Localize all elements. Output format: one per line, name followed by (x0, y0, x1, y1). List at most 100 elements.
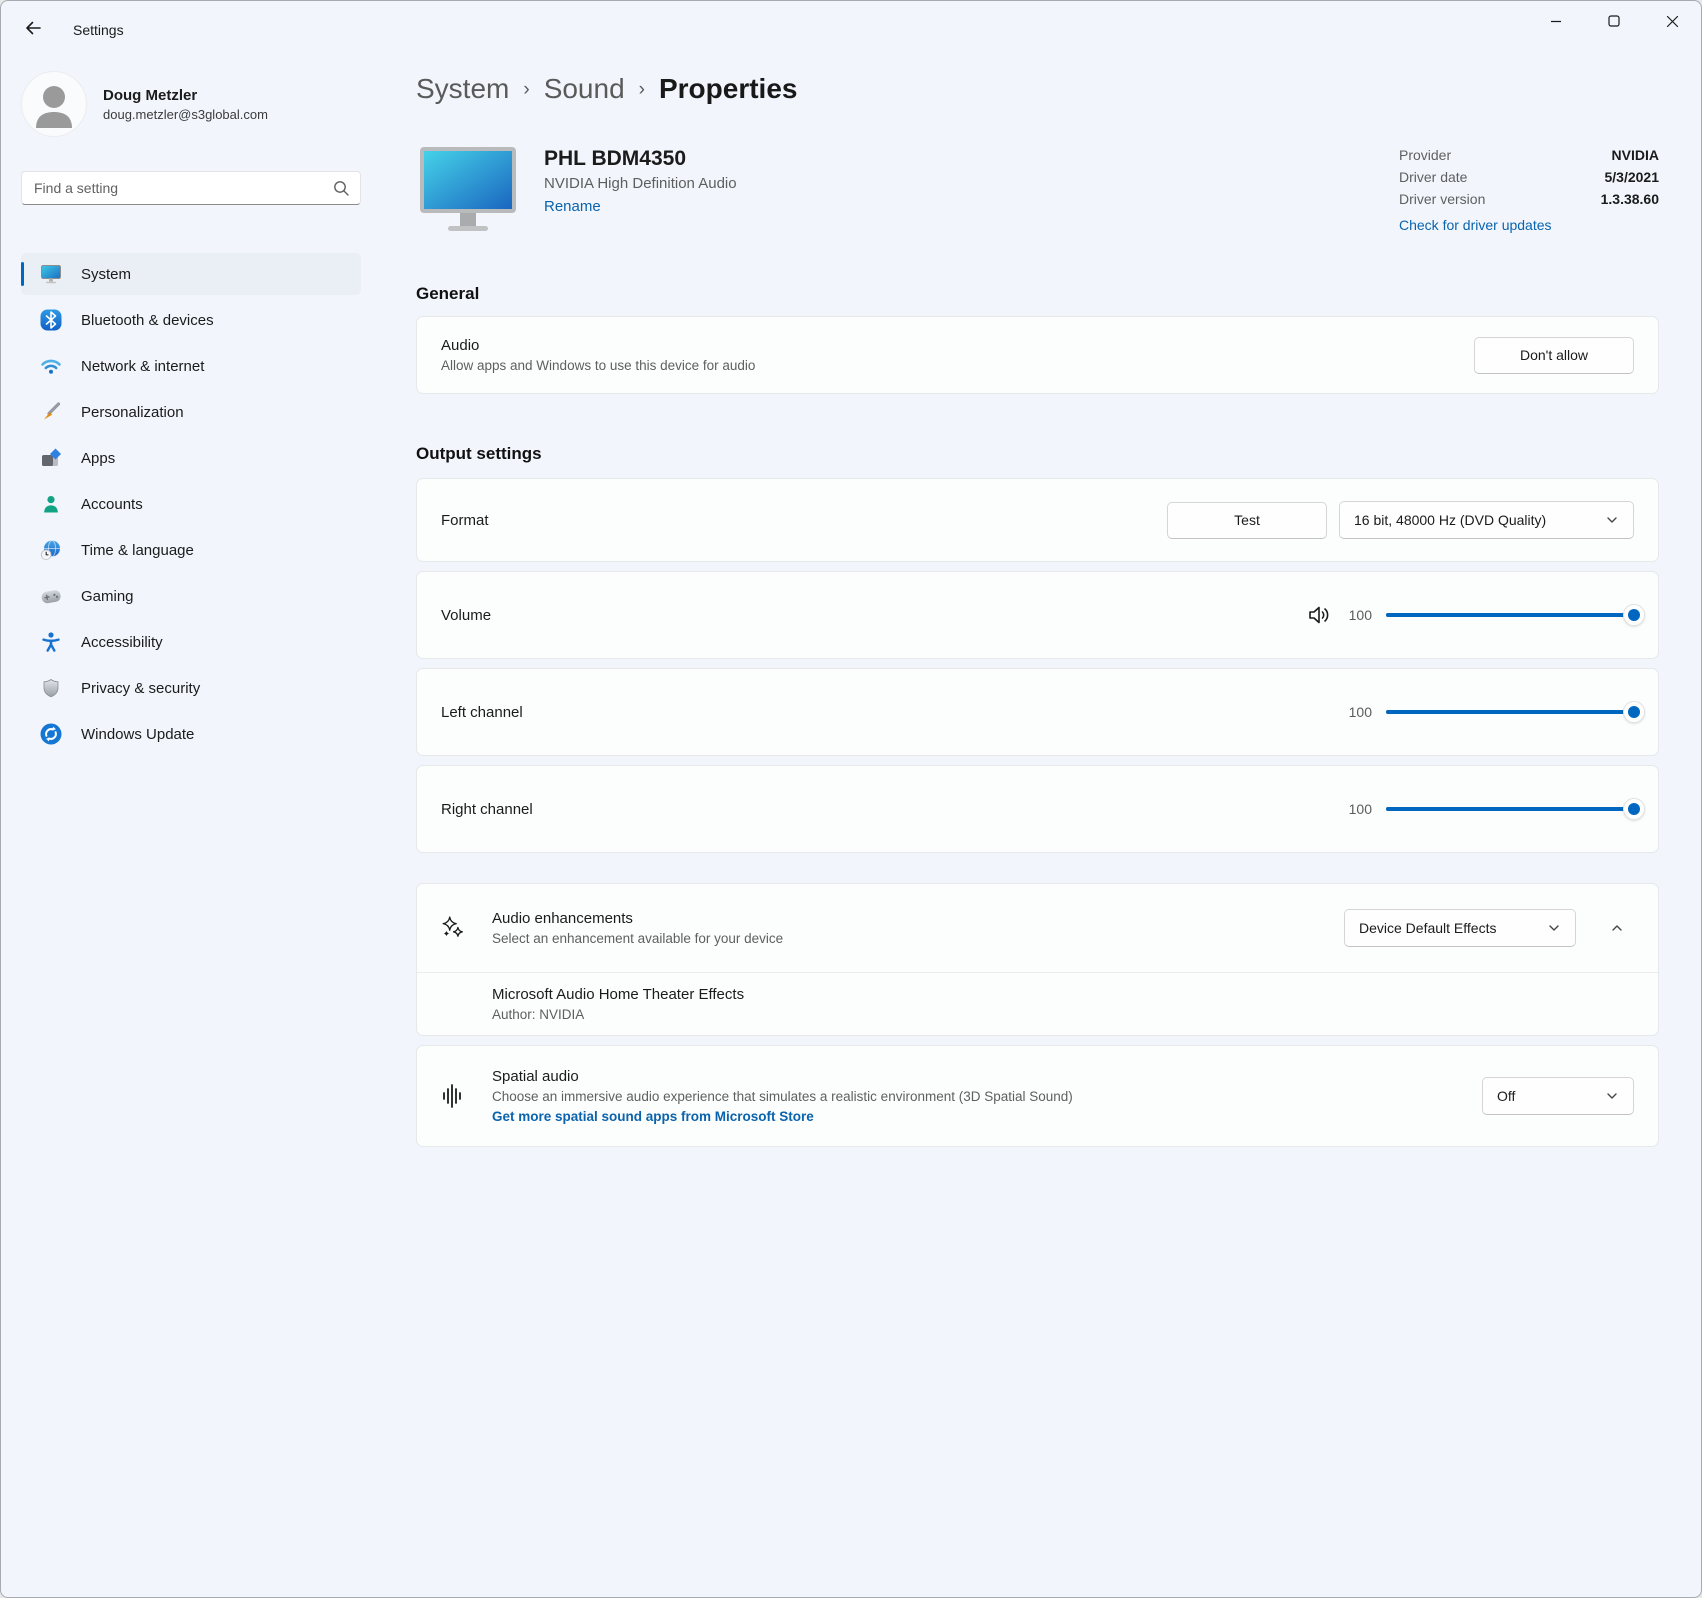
sparkles-icon (441, 916, 465, 940)
driver-value: NVIDIA (1611, 147, 1659, 163)
audio-permission-card: Audio Allow apps and Windows to use this… (416, 316, 1659, 394)
waveform-bars-icon (441, 1082, 465, 1110)
device-header: PHL BDM4350 NVIDIA High Definition Audio… (416, 145, 1659, 238)
audio-enhancements-description: Select an enhancement available for your… (492, 931, 784, 946)
right-channel-card: Right channel 100 (416, 765, 1659, 853)
search-box[interactable] (21, 171, 361, 205)
driver-info: Provider NVIDIA Driver date 5/3/2021 Dri… (1399, 147, 1659, 235)
gamepad-icon (39, 584, 63, 608)
audio-title: Audio (441, 337, 480, 354)
right-channel-slider[interactable] (1386, 798, 1645, 820)
close-button[interactable] (1643, 1, 1701, 41)
sidebar-item-accessibility[interactable]: Accessibility (21, 621, 361, 663)
sidebar-item-label: Windows Update (81, 725, 195, 743)
bluetooth-icon (39, 308, 63, 332)
search-icon[interactable] (332, 179, 350, 197)
chevron-up-icon (1612, 925, 1622, 931)
titlebar: Settings (1, 1, 1701, 59)
test-button[interactable]: Test (1167, 501, 1327, 539)
search-input[interactable] (34, 180, 332, 196)
monitor-device-icon (416, 145, 520, 238)
caption-buttons (1527, 1, 1701, 41)
settings-window: Settings Doug Metzler doug.metzler@s3glo… (0, 0, 1702, 1598)
slider-thumb[interactable] (1623, 604, 1645, 626)
breadcrumb-properties: Properties (658, 73, 798, 104)
device-subtitle: NVIDIA High Definition Audio (544, 175, 737, 192)
chevron-down-icon (1593, 1089, 1619, 1103)
audio-enhancements-title: Audio enhancements (492, 910, 633, 927)
back-button[interactable] (15, 12, 51, 48)
speaker-icon[interactable] (1307, 603, 1333, 627)
enhancement-item-author: Author: NVIDIA (492, 1007, 585, 1022)
slider-fill (1386, 807, 1634, 811)
breadcrumb-system[interactable]: System (416, 73, 509, 105)
close-icon (1666, 15, 1678, 27)
breadcrumb-separator: › (523, 79, 530, 100)
left-channel-label: Left channel (441, 703, 523, 721)
spatial-audio-description: Choose an immersive audio experience tha… (492, 1089, 1073, 1104)
driver-row: Driver date 5/3/2021 (1399, 169, 1659, 185)
monitor-icon (39, 262, 63, 286)
driver-label: Driver date (1399, 169, 1468, 185)
sidebar-item-privacy-security[interactable]: Privacy & security (21, 667, 361, 709)
profile[interactable]: Doug Metzler doug.metzler@s3global.com (21, 71, 361, 137)
collapse-expander-button[interactable] (1600, 911, 1634, 945)
right-channel-label: Right channel (441, 800, 533, 818)
sidebar-nav: System Bluetooth & devices Network & int… (21, 253, 361, 755)
back-arrow-icon (23, 18, 43, 43)
sidebar-item-gaming[interactable]: Gaming (21, 575, 361, 617)
breadcrumb-sound[interactable]: Sound (544, 73, 625, 105)
sidebar-item-personalization[interactable]: Personalization (21, 391, 361, 433)
sidebar-item-label: Accessibility (81, 633, 163, 651)
left-channel-slider[interactable] (1386, 701, 1645, 723)
dont-allow-button[interactable]: Don't allow (1474, 336, 1634, 374)
spatial-store-link[interactable]: Get more spatial sound apps from Microso… (492, 1109, 1073, 1124)
minimize-icon (1551, 20, 1561, 23)
sidebar-item-windows-update[interactable]: Windows Update (21, 713, 361, 755)
sidebar-item-label: Network & internet (81, 357, 205, 375)
right-channel-value: 100 (1348, 801, 1372, 817)
sidebar-item-accounts[interactable]: Accounts (21, 483, 361, 525)
sidebar-item-label: Bluetooth & devices (81, 311, 214, 329)
sidebar-item-label: Apps (81, 449, 116, 467)
volume-slider[interactable] (1386, 604, 1645, 626)
slider-fill (1386, 613, 1634, 617)
sidebar-item-bluetooth-devices[interactable]: Bluetooth & devices (21, 299, 361, 341)
breadcrumb: System › Sound › Properties (416, 73, 1659, 105)
rename-link[interactable]: Rename (544, 198, 601, 215)
profile-email: doug.metzler@s3global.com (103, 106, 268, 122)
audio-description: Allow apps and Windows to use this devic… (441, 358, 756, 373)
spatial-audio-card: Spatial audio Choose an immersive audio … (416, 1045, 1659, 1147)
check-driver-updates-link[interactable]: Check for driver updates (1399, 217, 1552, 233)
sidebar-item-network-internet[interactable]: Network & internet (21, 345, 361, 387)
sidebar-item-label: Accounts (81, 495, 143, 513)
update-icon (39, 722, 63, 746)
minimize-button[interactable] (1527, 1, 1585, 41)
spatial-audio-dropdown[interactable]: Off (1482, 1077, 1634, 1115)
shield-icon (39, 676, 63, 700)
driver-value: 5/3/2021 (1604, 169, 1660, 185)
format-dropdown-value: 16 bit, 48000 Hz (DVD Quality) (1354, 512, 1547, 528)
spatial-audio-dropdown-value: Off (1497, 1088, 1516, 1104)
selected-indicator (21, 262, 24, 286)
sidebar-item-system[interactable]: System (21, 253, 361, 295)
sidebar-item-apps[interactable]: Apps (21, 437, 361, 479)
enhancements-dropdown[interactable]: Device Default Effects (1344, 909, 1576, 947)
maximize-button[interactable] (1585, 1, 1643, 41)
breadcrumb-separator: › (638, 79, 645, 100)
slider-thumb[interactable] (1623, 798, 1645, 820)
volume-label: Volume (441, 606, 492, 624)
profile-name: Doug Metzler (103, 86, 198, 104)
slider-thumb[interactable] (1623, 701, 1645, 723)
spatial-audio-title: Spatial audio (492, 1068, 579, 1085)
paintbrush-icon (39, 400, 63, 424)
audio-enhancements-row: Audio enhancements Select an enhancement… (417, 884, 1658, 972)
format-dropdown[interactable]: 16 bit, 48000 Hz (DVD Quality) (1339, 501, 1634, 539)
output-settings-heading: Output settings (416, 444, 542, 463)
sidebar-item-label: Privacy & security (81, 679, 201, 697)
sidebar-item-time-language[interactable]: Time & language (21, 529, 361, 571)
main-content: System › Sound › Properties PHL BDM4350 … (381, 59, 1701, 1597)
volume-value: 100 (1348, 607, 1372, 623)
clock-globe-icon (39, 538, 63, 562)
apps-icon (39, 446, 63, 470)
